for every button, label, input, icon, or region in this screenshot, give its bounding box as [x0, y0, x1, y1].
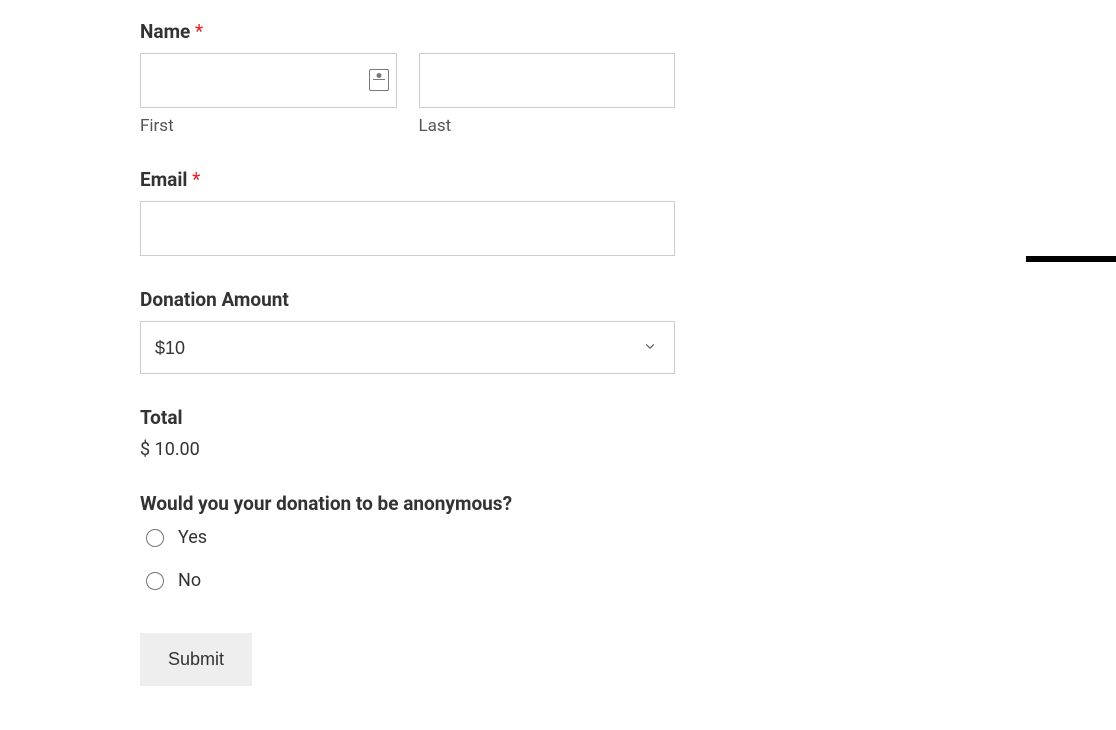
- anonymous-radio-no[interactable]: No: [140, 570, 675, 591]
- name-row: First Last: [140, 53, 675, 136]
- name-field-group: Name * First Last: [140, 20, 675, 136]
- donation-amount-label: Donation Amount: [140, 288, 675, 311]
- anonymous-radio-group: Yes No: [140, 527, 675, 591]
- anonymous-radio-yes[interactable]: Yes: [140, 527, 675, 548]
- name-label: Name *: [140, 20, 675, 43]
- email-label: Email *: [140, 168, 675, 191]
- last-name-sublabel: Last: [419, 116, 676, 136]
- anonymous-label: Would you your donation to be anonymous?: [140, 492, 675, 515]
- donation-amount-select-wrapper: $10: [140, 321, 675, 374]
- side-mark: [1026, 256, 1116, 262]
- donation-form: Name * First Last Email * Donation Amoun…: [140, 20, 675, 686]
- donation-amount-field-group: Donation Amount $10: [140, 288, 675, 374]
- required-asterisk: *: [195, 20, 203, 43]
- total-label: Total: [140, 406, 675, 429]
- first-name-sublabel: First: [140, 116, 397, 136]
- anonymous-yes-label: Yes: [178, 527, 207, 548]
- donation-amount-select[interactable]: $10: [140, 321, 675, 374]
- first-name-input[interactable]: [140, 53, 397, 108]
- email-field-group: Email *: [140, 168, 675, 256]
- total-value: $ 10.00: [140, 439, 675, 460]
- name-label-text: Name: [140, 20, 190, 43]
- submit-button[interactable]: Submit: [140, 633, 252, 686]
- anonymous-yes-input[interactable]: [146, 529, 164, 547]
- total-field-group: Total $ 10.00: [140, 406, 675, 460]
- anonymous-no-input[interactable]: [146, 572, 164, 590]
- anonymous-no-label: No: [178, 570, 201, 591]
- last-name-column: Last: [419, 53, 676, 136]
- email-label-text: Email: [140, 168, 187, 191]
- last-name-input[interactable]: [419, 53, 676, 108]
- first-name-column: First: [140, 53, 397, 136]
- email-input[interactable]: [140, 201, 675, 256]
- required-asterisk: *: [192, 168, 200, 191]
- anonymous-field-group: Would you your donation to be anonymous?…: [140, 492, 675, 591]
